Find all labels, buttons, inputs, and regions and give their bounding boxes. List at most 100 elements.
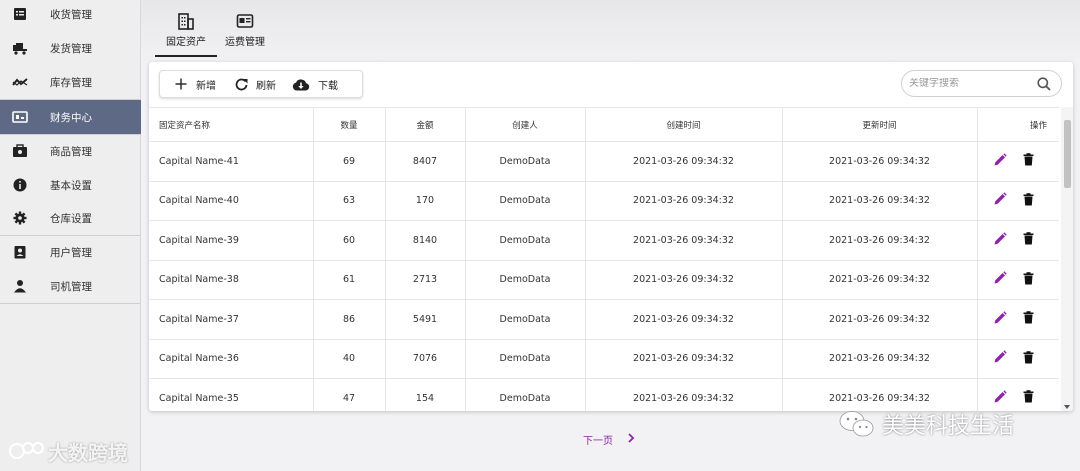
cell-creator: DemoData — [465, 260, 586, 300]
cell-quantity: 63 — [313, 181, 386, 221]
trash-icon[interactable] — [1023, 192, 1034, 209]
chevron-right-icon[interactable] — [627, 433, 635, 446]
cell-actions — [977, 141, 1059, 182]
sidebar-item-label: 基本设置 — [50, 179, 92, 192]
sidebar-item-shipping[interactable]: 发货管理 — [0, 31, 141, 65]
column-header-created-time[interactable]: 创建时间 — [585, 107, 783, 142]
edit-pencil-icon[interactable] — [993, 192, 1007, 209]
watermark-left-text: 大数跨境 — [48, 440, 128, 465]
scrollbar-thumb[interactable] — [1064, 120, 1071, 188]
cell-amount: 2713 — [385, 260, 466, 300]
tab-fixed-assets[interactable]: 固定资产 — [155, 12, 217, 57]
driver-person-icon — [12, 278, 28, 294]
cell-actions — [977, 220, 1059, 261]
table-row[interactable]: Capital Name-36 40 7076 DemoData 2021-03-26 … — [149, 339, 1059, 379]
cell-actions — [977, 299, 1059, 340]
cell-creator: DemoData — [465, 299, 586, 340]
pagination: 下一页 — [583, 432, 635, 447]
cell-asset-name: Capital Name-36 — [149, 339, 314, 379]
tab-label: 固定资产 — [166, 37, 206, 48]
cell-updated-time: 2021-03-26 09:34:32 — [782, 299, 978, 340]
table-row[interactable]: Capital Name-40 63 170 DemoData 2021-03-26 0… — [149, 181, 1059, 221]
edit-pencil-icon[interactable] — [993, 390, 1007, 407]
table-body: Capital Name-41 69 8407 DemoData 2021-03-26 … — [149, 141, 1059, 411]
cell-creator: DemoData — [465, 181, 586, 221]
trash-icon[interactable] — [1023, 311, 1034, 327]
user-badge-icon — [12, 244, 28, 260]
edit-pencil-icon[interactable] — [993, 311, 1007, 328]
edit-pencil-icon[interactable] — [993, 232, 1007, 249]
assets-table-container: 固定资产名称 数量 金额 创建人 创建时间 更新时间 操作 Capital Na… — [149, 107, 1073, 411]
tab-freight-management[interactable]: 运费管理 — [214, 12, 276, 57]
search-input[interactable] — [909, 78, 1029, 89]
receipt-list-icon — [12, 6, 28, 22]
cell-updated-time: 2021-03-26 09:34:32 — [782, 339, 978, 379]
column-header-name[interactable]: 固定资产名称 — [149, 107, 314, 142]
edit-pencil-icon[interactable] — [993, 271, 1007, 288]
cell-amount: 154 — [385, 378, 466, 411]
building-icon — [177, 12, 195, 30]
cell-asset-name: Capital Name-39 — [149, 220, 314, 261]
add-button[interactable]: 新增 — [160, 70, 224, 98]
refresh-button[interactable]: 刷新 — [224, 70, 284, 98]
trash-icon[interactable] — [1023, 350, 1034, 367]
cloud-download-icon — [292, 77, 310, 91]
table-row[interactable]: Capital Name-39 60 8140 DemoData 2021-03-26 … — [149, 220, 1059, 261]
sidebar-item-label: 发货管理 — [50, 42, 92, 55]
cell-amount: 8407 — [385, 141, 466, 182]
cell-creator: DemoData — [465, 220, 586, 261]
watermark-logo-icon — [9, 442, 44, 459]
refresh-icon — [234, 77, 248, 91]
sidebar-item-products[interactable]: 商品管理 — [0, 134, 141, 168]
table-scrollbar[interactable] — [1061, 107, 1073, 411]
search-icon[interactable] — [1037, 77, 1051, 94]
edit-pencil-icon[interactable] — [993, 350, 1007, 367]
cell-created-time: 2021-03-26 09:34:32 — [585, 181, 783, 221]
freight-card-icon — [236, 12, 254, 30]
trash-icon[interactable] — [1023, 232, 1034, 248]
table-row[interactable]: Capital Name-38 61 2713 DemoData 2021-03-26 … — [149, 260, 1059, 300]
sidebar-item-basic-settings[interactable]: 基本设置 — [0, 168, 141, 202]
next-page-link[interactable]: 下一页 — [583, 432, 613, 447]
cell-created-time: 2021-03-26 09:34:32 — [585, 299, 783, 340]
download-button-label: 下载 — [318, 80, 338, 92]
edit-pencil-icon[interactable] — [993, 153, 1007, 170]
assets-table: 固定资产名称 数量 金额 创建人 创建时间 更新时间 操作 Capital Na… — [149, 107, 1059, 411]
add-button-label: 新增 — [196, 80, 216, 92]
sidebar-item-users[interactable]: 用户管理 — [0, 235, 141, 269]
trash-icon[interactable] — [1023, 153, 1034, 169]
sidebar: 收货管理 发货管理 库存管理 财务中心 商品管理 基本设置 仓库设置 用户管理 … — [0, 0, 141, 471]
sidebar-item-label: 收货管理 — [50, 8, 92, 21]
sidebar-item-label: 商品管理 — [50, 145, 92, 158]
sidebar-item-finance[interactable]: 财务中心 — [0, 100, 141, 134]
sidebar-item-label: 用户管理 — [50, 246, 92, 259]
sidebar-item-label: 司机管理 — [50, 280, 92, 293]
download-button[interactable]: 下载 — [284, 70, 346, 98]
sidebar-item-drivers[interactable]: 司机管理 — [0, 269, 141, 303]
table-row[interactable]: Capital Name-41 69 8407 DemoData 2021-03-26 … — [149, 141, 1059, 182]
trash-icon[interactable] — [1023, 271, 1034, 288]
trash-icon[interactable] — [1023, 390, 1034, 406]
column-header-quantity[interactable]: 数量 — [313, 107, 386, 142]
wechat-icon — [839, 411, 874, 437]
column-header-amount[interactable]: 金额 — [385, 107, 466, 142]
sidebar-item-label: 库存管理 — [50, 76, 92, 89]
sidebar-item-inventory[interactable]: 库存管理 — [0, 65, 141, 99]
cell-asset-name: Capital Name-38 — [149, 260, 314, 300]
cell-creator: DemoData — [465, 339, 586, 379]
cell-creator: DemoData — [465, 378, 586, 411]
watermark-brand: 美美科技生活 — [838, 406, 1014, 442]
sidebar-item-warehouse-settings[interactable]: 仓库设置 — [0, 201, 141, 235]
cell-updated-time: 2021-03-26 09:34:32 — [782, 260, 978, 300]
column-header-creator[interactable]: 创建人 — [465, 107, 586, 142]
plus-icon — [174, 77, 188, 91]
product-box-icon — [12, 143, 28, 159]
action-toolbar: 新增 刷新 下载 — [159, 70, 363, 98]
column-header-updated-time[interactable]: 更新时间 — [782, 107, 978, 142]
sidebar-item-receiving[interactable]: 收货管理 — [0, 0, 141, 31]
cell-amount: 8140 — [385, 220, 466, 261]
scroll-down-arrow-icon[interactable] — [1064, 405, 1070, 409]
cell-asset-name: Capital Name-37 — [149, 299, 314, 340]
table-row[interactable]: Capital Name-37 86 5491 DemoData 2021-03-26 … — [149, 299, 1059, 340]
cell-quantity: 61 — [313, 260, 386, 300]
